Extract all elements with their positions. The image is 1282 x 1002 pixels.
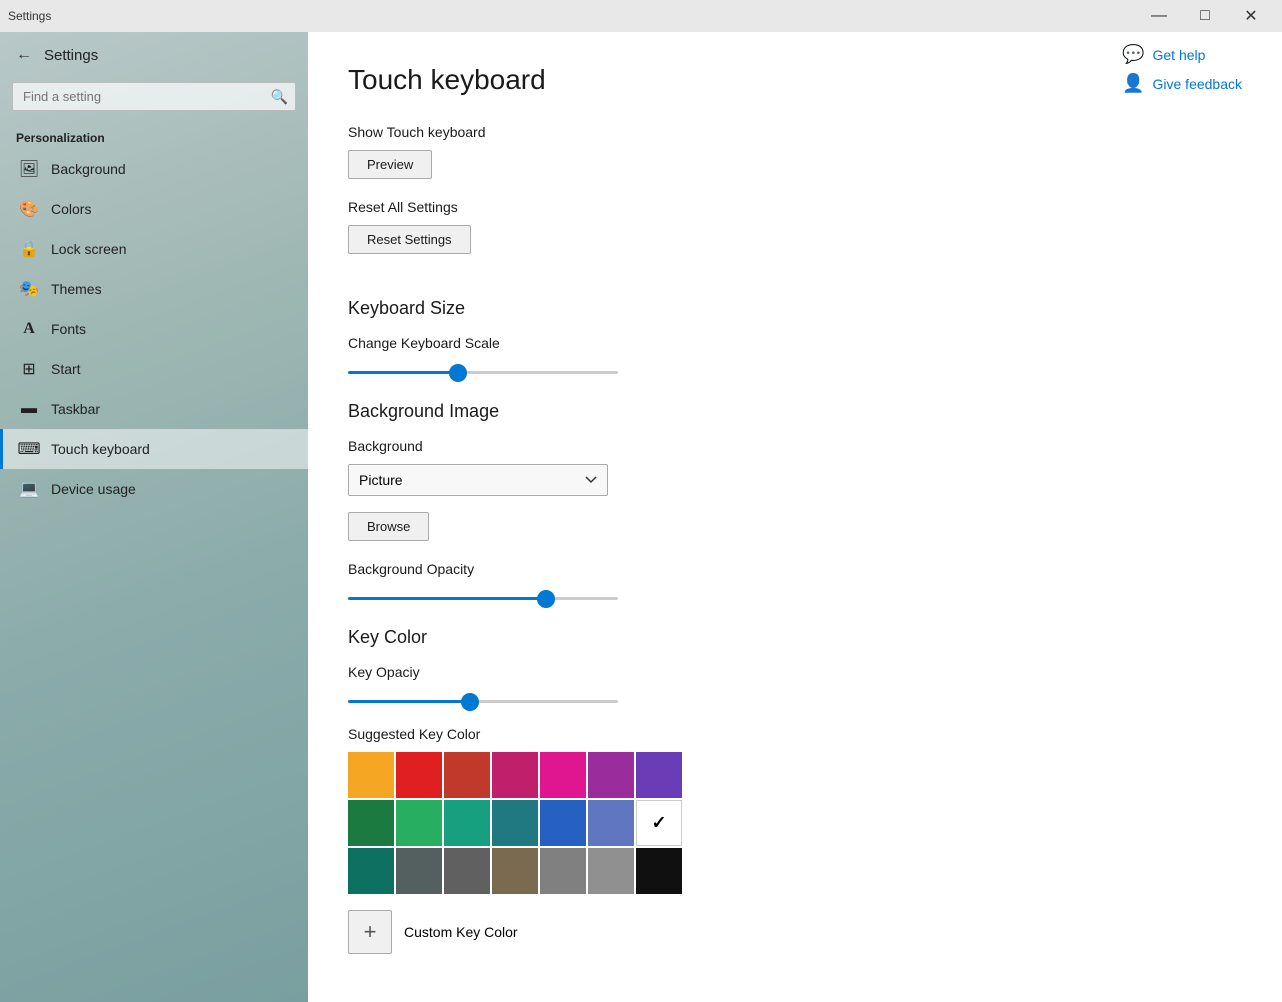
get-help-icon: 💬: [1122, 44, 1144, 65]
minimize-button[interactable]: —: [1136, 0, 1182, 32]
color-swatch-2-1[interactable]: [396, 848, 442, 894]
bg-opacity-slider-container: [348, 587, 1242, 603]
color-swatch-0-6[interactable]: [636, 752, 682, 798]
sidebar-item-label-fonts: Fonts: [51, 321, 86, 337]
close-button[interactable]: ✕: [1228, 0, 1274, 32]
give-feedback-label: Give feedback: [1153, 76, 1243, 92]
lock-screen-icon: 🔒: [19, 239, 39, 259]
sidebar-item-background[interactable]: 🖼 Background: [0, 149, 308, 189]
reset-section: Reset All Settings Reset Settings: [348, 199, 1242, 274]
background-icon: 🖼: [19, 159, 39, 179]
key-opacity-label: Key Opaciy: [348, 664, 1242, 680]
main-panel: 💬 Get help 👤 Give feedback Touch keyboar…: [308, 32, 1282, 1002]
color-swatch-1-0[interactable]: [348, 800, 394, 846]
color-swatch-0-1[interactable]: [396, 752, 442, 798]
key-opacity-slider[interactable]: [348, 700, 618, 703]
color-swatch-2-2[interactable]: [444, 848, 490, 894]
color-swatch-grid: ✓: [348, 752, 1242, 894]
give-feedback-icon: 👤: [1122, 73, 1144, 94]
search-input[interactable]: [12, 82, 296, 111]
background-image-heading: Background Image: [348, 401, 1242, 422]
sidebar-item-label-touch-keyboard: Touch keyboard: [51, 441, 150, 457]
sidebar-item-themes[interactable]: 🎭 Themes: [0, 269, 308, 309]
sidebar-item-lock-screen[interactable]: 🔒 Lock screen: [0, 229, 308, 269]
reset-settings-button[interactable]: Reset Settings: [348, 225, 471, 254]
sidebar-section-label: Personalization: [0, 123, 308, 149]
color-swatch-2-6[interactable]: [636, 848, 682, 894]
get-help-label: Get help: [1153, 47, 1206, 63]
color-swatch-2-3[interactable]: [492, 848, 538, 894]
key-opacity-slider-container: [348, 690, 1242, 706]
sidebar-back-button[interactable]: ← Settings: [0, 32, 308, 78]
color-swatch-0-5[interactable]: [588, 752, 634, 798]
sidebar-title: Settings: [44, 47, 98, 64]
keyboard-size-heading: Keyboard Size: [348, 298, 1242, 319]
color-swatch-2-4[interactable]: [540, 848, 586, 894]
color-swatch-1-6[interactable]: ✓: [636, 800, 682, 846]
sidebar-item-touch-keyboard[interactable]: ⌨ Touch keyboard: [0, 429, 308, 469]
browse-button[interactable]: Browse: [348, 512, 429, 541]
custom-key-color-label: Custom Key Color: [404, 924, 518, 940]
taskbar-icon: ▬: [19, 399, 39, 419]
custom-key-color-row: + Custom Key Color: [348, 910, 1242, 954]
preview-button[interactable]: Preview: [348, 150, 432, 179]
color-swatch-0-2[interactable]: [444, 752, 490, 798]
title-bar: Settings — □ ✕: [0, 0, 1282, 32]
reset-label: Reset All Settings: [348, 199, 1242, 215]
fonts-icon: A: [19, 319, 39, 339]
custom-key-color-button[interactable]: +: [348, 910, 392, 954]
sidebar-item-colors[interactable]: 🎨 Colors: [0, 189, 308, 229]
sidebar-item-device-usage[interactable]: 💻 Device usage: [0, 469, 308, 509]
sidebar-item-label-start: Start: [51, 361, 81, 377]
search-icon-button[interactable]: 🔍: [271, 88, 288, 105]
app-body: ← Settings 🔍 Personalization 🖼 Backgroun…: [0, 32, 1282, 1002]
colors-icon: 🎨: [19, 199, 39, 219]
color-swatch-1-3[interactable]: [492, 800, 538, 846]
bg-opacity-label: Background Opacity: [348, 561, 1242, 577]
color-swatch-0-3[interactable]: [492, 752, 538, 798]
sidebar-item-label-device-usage: Device usage: [51, 481, 136, 497]
sidebar-item-taskbar[interactable]: ▬ Taskbar: [0, 389, 308, 429]
keyboard-scale-slider-container: [348, 361, 1242, 377]
back-arrow-icon: ←: [16, 46, 32, 64]
show-keyboard-section: Show Touch keyboard Preview: [348, 124, 1242, 199]
page-title: Touch keyboard: [348, 64, 1242, 96]
give-feedback-link[interactable]: 👤 Give feedback: [1122, 73, 1242, 94]
title-bar-controls: — □ ✕: [1136, 0, 1274, 32]
help-section: 💬 Get help 👤 Give feedback: [1122, 44, 1242, 94]
color-swatch-1-2[interactable]: [444, 800, 490, 846]
sidebar-item-label-taskbar: Taskbar: [51, 401, 100, 417]
show-keyboard-label: Show Touch keyboard: [348, 124, 1242, 140]
color-swatch-0-0[interactable]: [348, 752, 394, 798]
themes-icon: 🎭: [19, 279, 39, 299]
search-box: 🔍: [12, 82, 296, 111]
sidebar-item-label-lock-screen: Lock screen: [51, 241, 126, 257]
suggested-key-color-label: Suggested Key Color: [348, 726, 1242, 742]
sidebar-item-start[interactable]: ⊞ Start: [0, 349, 308, 389]
keyboard-scale-slider[interactable]: [348, 371, 618, 374]
title-bar-left: Settings: [8, 9, 51, 23]
change-scale-label: Change Keyboard Scale: [348, 335, 1242, 351]
sidebar-item-fonts[interactable]: A Fonts: [0, 309, 308, 349]
device-usage-icon: 💻: [19, 479, 39, 499]
background-dropdown-label: Background: [348, 438, 1242, 454]
sidebar-item-label-themes: Themes: [51, 281, 102, 297]
key-color-heading: Key Color: [348, 627, 1242, 648]
maximize-button[interactable]: □: [1182, 0, 1228, 32]
color-swatch-1-4[interactable]: [540, 800, 586, 846]
sidebar-item-label-background: Background: [51, 161, 126, 177]
color-swatch-0-4[interactable]: [540, 752, 586, 798]
sidebar-item-label-colors: Colors: [51, 201, 91, 217]
get-help-link[interactable]: 💬 Get help: [1122, 44, 1242, 65]
start-icon: ⊞: [19, 359, 39, 379]
settings-title: Settings: [8, 9, 51, 23]
color-swatch-1-5[interactable]: [588, 800, 634, 846]
color-swatch-2-0[interactable]: [348, 848, 394, 894]
background-dropdown[interactable]: Picture Solid Color None: [348, 464, 608, 496]
color-swatch-2-5[interactable]: [588, 848, 634, 894]
sidebar: ← Settings 🔍 Personalization 🖼 Backgroun…: [0, 32, 308, 1002]
touch-keyboard-icon: ⌨: [19, 439, 39, 459]
color-swatch-1-1[interactable]: [396, 800, 442, 846]
bg-opacity-slider[interactable]: [348, 597, 618, 600]
